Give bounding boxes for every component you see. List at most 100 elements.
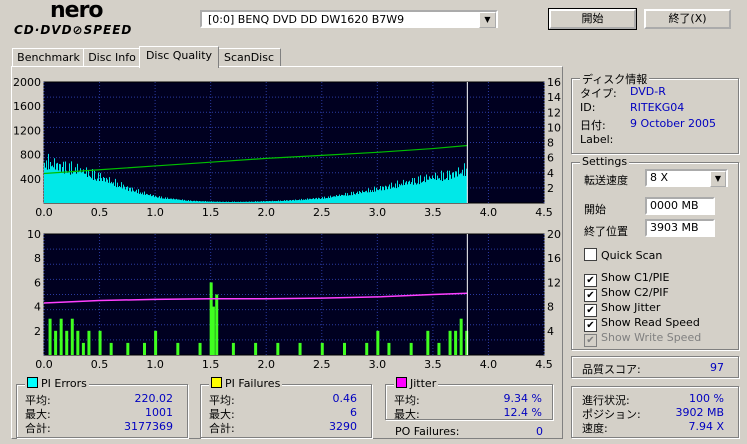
chevron-down-icon[interactable]: ▼ xyxy=(710,171,726,187)
checkbox-box[interactable] xyxy=(584,248,597,261)
drive-select[interactable]: [0:0] BENQ DVD DD DW1620 B7W9 ▼ xyxy=(200,10,498,28)
pif-bar xyxy=(298,342,302,355)
pif-bar xyxy=(198,342,202,355)
pif-bar xyxy=(76,330,80,355)
show-read-speed-checkbox[interactable]: ✔ Show Read Speed xyxy=(584,316,700,332)
y-tick-label-right: 16 xyxy=(547,76,561,89)
pi-failures-avg: 0.46 xyxy=(332,392,358,405)
x-tick-label: 1.5 xyxy=(202,206,220,219)
pif-bar xyxy=(154,330,158,355)
pif-bar xyxy=(87,330,91,355)
x-tick-label: 3.5 xyxy=(424,206,442,219)
x-tick-label: 2.5 xyxy=(313,358,331,370)
pi-errors-total: 3177369 xyxy=(124,420,173,433)
y-tick-label-right: 8 xyxy=(547,301,554,314)
pi-errors-title: PI Errors xyxy=(25,377,89,390)
disc-date-label: 日付: xyxy=(580,119,606,132)
pif-bar xyxy=(376,330,380,355)
pif-bar xyxy=(448,330,452,355)
y-tick-label-right: 6 xyxy=(547,152,554,165)
disc-label-label: Label: xyxy=(580,133,614,146)
pif-bar xyxy=(437,342,441,355)
pif-bar xyxy=(320,342,324,355)
pif-bar xyxy=(343,342,346,355)
x-tick-label: 0.5 xyxy=(91,206,109,219)
progress-position-value: 3902 MB xyxy=(675,406,724,419)
end-pos-input[interactable]: 3903 MB xyxy=(645,219,715,237)
quality-score-box: 品質スコア: 97 xyxy=(571,356,739,378)
pi-errors-max: 1001 xyxy=(145,406,173,419)
show-pie-checkbox[interactable]: ✔ Show C1/PIE xyxy=(584,271,669,287)
pif-bar xyxy=(109,342,113,355)
pif-bar xyxy=(409,342,413,355)
y-tick-label-right: 20 xyxy=(547,228,561,241)
y-tick-label-left: 10 xyxy=(27,228,41,241)
jitter-max: 12.4 % xyxy=(503,406,542,419)
disc-type-row: タイプ: DVD-R xyxy=(580,85,666,101)
start-button[interactable]: 開始 xyxy=(548,8,637,30)
pif-bar xyxy=(98,330,102,355)
quick-scan-label: Quick Scan xyxy=(601,249,663,262)
tab-scandisc[interactable]: ScanDisc xyxy=(217,48,281,67)
start-pos-label: 開始 xyxy=(584,203,606,216)
y-tick-label-right: 2 xyxy=(547,182,554,195)
quick-scan-checkbox[interactable]: Quick Scan xyxy=(584,248,662,262)
progress-speed-value: 7.94 X xyxy=(688,420,724,433)
progress-status-value: 100 % xyxy=(689,392,724,405)
tab-benchmark[interactable]: Benchmark xyxy=(12,48,85,67)
pif-bar xyxy=(176,342,180,355)
show-jitter-label: Show Jitter xyxy=(601,301,661,314)
x-tick-label: 3.0 xyxy=(369,206,387,219)
pi-failures-stats: PI Failures 平均: 0.46 最大: 6 合計: 3290 xyxy=(200,377,372,438)
y-tick-label-left: 8 xyxy=(34,252,41,265)
pi-failures-max: 6 xyxy=(350,406,357,419)
y-tick-label-left: 1600 xyxy=(13,100,41,113)
show-read-speed-label: Show Read Speed xyxy=(601,316,700,329)
nero-logo: nero CD·DVD⊘SPEED xyxy=(8,0,188,40)
x-tick-label: 4.0 xyxy=(480,206,498,219)
speed-select[interactable]: 8 X ▼ xyxy=(645,169,728,187)
jitter-stats: Jitter 平均: 9.34 % 最大: 12.4 % xyxy=(385,377,553,421)
tab-disc-quality[interactable]: Disc Quality xyxy=(139,46,219,68)
tab-disc-info[interactable]: Disc Info xyxy=(83,48,141,67)
y-tick-label-left: 2 xyxy=(34,325,41,338)
progress-speed-label: 速度: xyxy=(582,422,608,435)
pif-bar xyxy=(231,342,235,355)
pif-bar xyxy=(254,342,258,355)
y-tick-label-right: 8 xyxy=(547,137,554,150)
y-tick-label-left: 2000 xyxy=(13,76,41,89)
pif-bar xyxy=(387,342,391,355)
checkmark-icon: ✔ xyxy=(584,334,597,347)
pi-failures-title: PI Failures xyxy=(209,377,283,390)
pif-bar xyxy=(454,330,458,355)
progress-box: 進行状況: 100 % ポジション: 3902 MB 速度: 7.94 X xyxy=(571,386,739,438)
show-jitter-checkbox[interactable]: ✔ Show Jitter xyxy=(584,301,660,317)
show-write-speed-checkbox: ✔ Show Write Speed xyxy=(584,331,701,347)
pif-bar xyxy=(70,318,74,355)
logo-bottom-text: CD·DVD⊘SPEED xyxy=(14,23,133,37)
y-tick-label-right: 16 xyxy=(547,252,561,265)
show-pif-label: Show C2/PIF xyxy=(601,286,669,299)
pif-bar xyxy=(459,318,463,355)
end-pos-label: 終了位置 xyxy=(584,225,628,238)
start-pos-input[interactable]: 0000 MB xyxy=(645,197,715,215)
show-pif-checkbox[interactable]: ✔ Show C2/PIF xyxy=(584,286,669,302)
x-tick-label: 3.0 xyxy=(369,358,387,370)
po-failures-label: PO Failures: xyxy=(395,425,460,438)
chevron-down-icon[interactable]: ▼ xyxy=(479,12,496,28)
jitter-title: Jitter xyxy=(394,377,439,390)
pif-bar xyxy=(215,294,219,355)
y-tick-label-left: 6 xyxy=(34,276,41,289)
pif-bar xyxy=(81,342,85,355)
pif-bar xyxy=(65,330,69,355)
x-tick-label: 3.5 xyxy=(424,358,442,370)
disc-id-value: RITEKG04 xyxy=(630,101,685,114)
pif-bar xyxy=(143,342,146,355)
speed-label: 転送速度 xyxy=(584,174,628,187)
pif-bar xyxy=(365,342,369,355)
x-tick-label: 4.5 xyxy=(535,206,553,219)
pif-bar xyxy=(426,330,430,355)
x-tick-label: 4.0 xyxy=(480,358,498,370)
exit-button[interactable]: 終了(X) xyxy=(644,9,731,29)
y-tick-label-right: 12 xyxy=(547,276,561,289)
